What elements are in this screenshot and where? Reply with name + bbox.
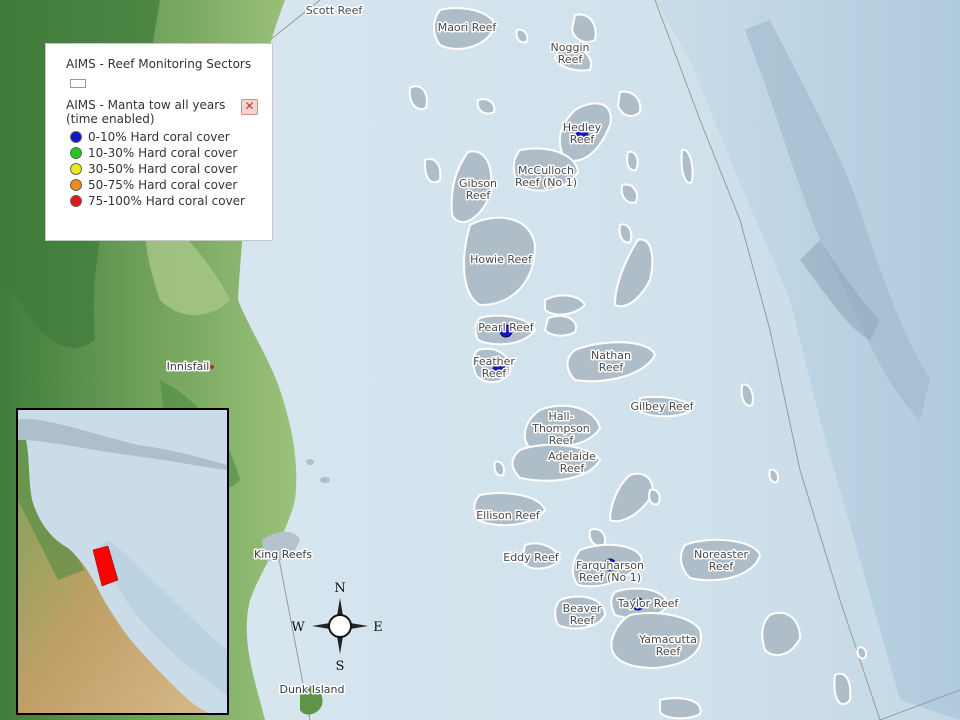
label-adelaide-reef-2: Reef (560, 462, 586, 475)
legend-sectors-title: AIMS - Reef Monitoring Sectors (66, 57, 252, 71)
remove-layer-button[interactable]: ✕ (241, 99, 258, 115)
reef-small (515, 28, 529, 44)
label-eddy-reef: Eddy Reef (503, 551, 560, 564)
reef-small (833, 672, 852, 706)
label-gilbey-reef: Gilbey Reef (631, 400, 695, 413)
legend-color-dot (70, 147, 82, 159)
reef-small (588, 528, 606, 547)
legend-item-label: 75-100% Hard coral cover (88, 194, 245, 208)
legend-sector-swatch (70, 79, 86, 88)
legend-item-label: 0-10% Hard coral cover (88, 130, 230, 144)
legend-color-dot (70, 179, 82, 191)
label-mcculloch-reef-2: Reef (No 1) (515, 176, 577, 189)
legend-item-label: 30-50% Hard coral cover (88, 162, 238, 176)
compass-east: E (373, 620, 383, 635)
label-innisfail: Innisfail (167, 360, 210, 373)
label-gibson-reef-2: Reef (466, 189, 492, 202)
legend-item: 0-10% Hard coral cover (66, 129, 258, 145)
label-hall-thompson-reef-3: Reef (549, 434, 575, 447)
reef-small (543, 314, 577, 337)
label-farquharson-reef-2: Reef (No 1) (579, 571, 641, 584)
reef-small (626, 150, 639, 172)
compass-west: W (291, 620, 305, 635)
reef-small (618, 223, 633, 244)
label-hedley-reef-2: Reef (570, 133, 596, 146)
compass-north: N (334, 581, 345, 596)
legend-color-dot (70, 195, 82, 207)
label-dunk-island: Dunk Island (279, 683, 344, 696)
compass-south: S (336, 659, 345, 674)
label-noggin-reef-2: Reef (558, 53, 584, 66)
reef-small (659, 697, 702, 720)
label-king-reefs: King Reefs (254, 548, 312, 561)
label-howie-reef: Howie Reef (470, 253, 533, 266)
legend-item: 50-75% Hard coral cover (66, 177, 258, 193)
reef-small (768, 468, 780, 484)
legend-color-dot (70, 131, 82, 143)
reef-small (648, 488, 661, 506)
islet (306, 459, 314, 465)
label-taylor-reef: Taylor Reef (617, 597, 680, 610)
legend-item: 10-30% Hard coral cover (66, 145, 258, 161)
legend-manta-layer: AIMS - Manta tow all years (time enabled… (66, 98, 258, 126)
label-maori-reef: Maori Reef (438, 21, 498, 34)
label-yamacutta-reef-2: Reef (656, 645, 682, 658)
label-scott-reef: Scott Reef (306, 4, 364, 17)
label-nathan-reef-2: Reef (599, 361, 625, 374)
legend-items: 0-10% Hard coral cover 10-30% Hard coral … (66, 129, 258, 209)
legend-item: 75-100% Hard coral cover (66, 193, 258, 209)
label-noreaster-reef-2: Reef (709, 560, 735, 573)
label-beaver-reef-2: Reef (570, 614, 596, 627)
legend-manta-title: AIMS - Manta tow all years (time enabled… (66, 98, 226, 126)
label-ellison-reef: Ellison Reef (476, 509, 541, 522)
reef-small (493, 460, 505, 477)
legend-item-label: 10-30% Hard coral cover (88, 146, 238, 160)
legend-panel: AIMS - Reef Monitoring Sectors AIMS - Ma… (45, 43, 273, 241)
reef-small (856, 646, 868, 660)
islet (320, 477, 330, 483)
innisfail-town-marker (210, 365, 214, 369)
legend-color-dot (70, 163, 82, 175)
legend-item: 30-50% Hard coral cover (66, 161, 258, 177)
label-feather-reef-2: Reef (482, 367, 508, 380)
inset-overview-map (16, 408, 229, 715)
legend-item-label: 50-75% Hard coral cover (88, 178, 238, 192)
reef-small (476, 98, 496, 115)
label-pearl-reef: Pearl Reef (478, 321, 535, 334)
